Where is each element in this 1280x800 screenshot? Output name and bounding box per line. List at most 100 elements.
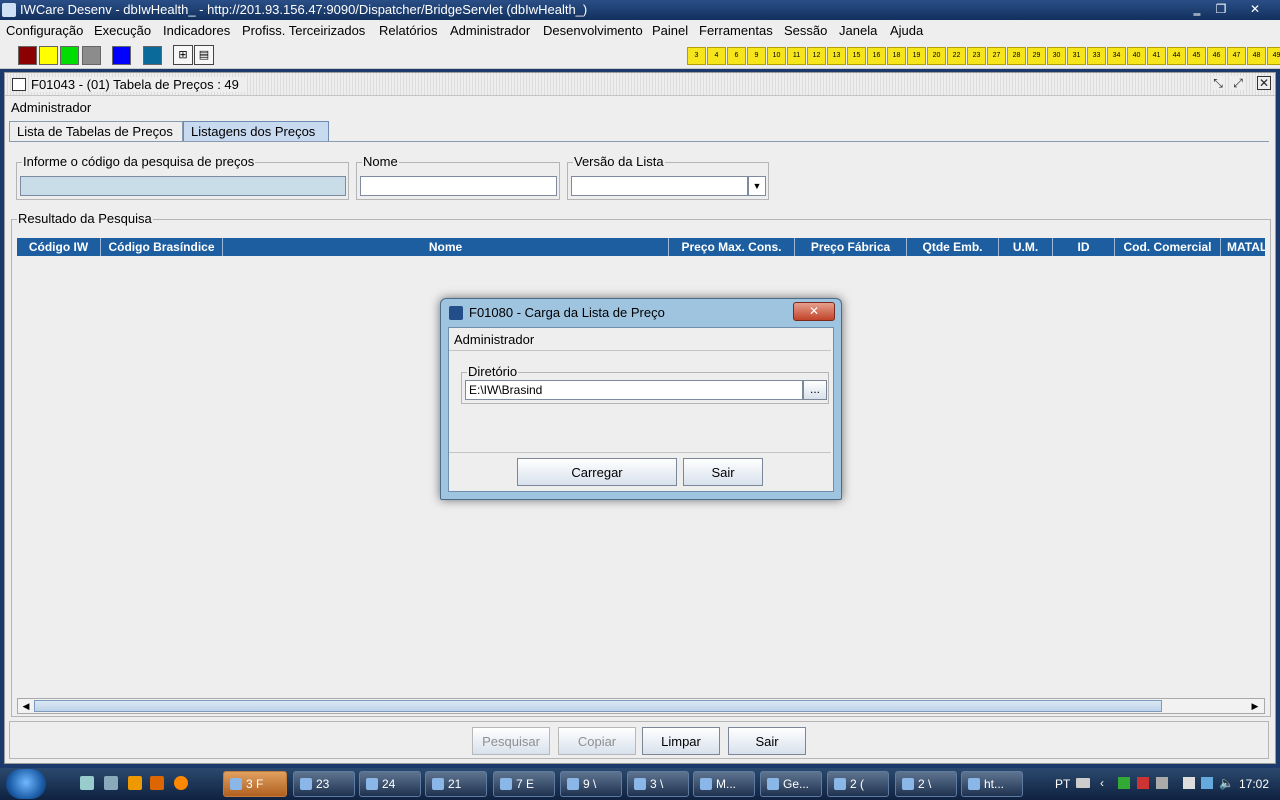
color-swatch[interactable] (60, 46, 79, 65)
start-button[interactable] (6, 769, 46, 799)
copy-button[interactable]: Copiar (558, 727, 636, 755)
taskbar-item[interactable]: 24 (359, 771, 421, 797)
menu-painel[interactable]: Painel (652, 23, 688, 38)
shortcut-number-button[interactable]: 49 (1267, 47, 1280, 65)
volume-icon[interactable]: 🔈 (1219, 776, 1234, 790)
menu-profiss-terceirizados[interactable]: Profiss. Terceirizados (242, 23, 365, 38)
firefox-icon[interactable] (174, 776, 188, 790)
shortcut-number-button[interactable]: 10 (767, 47, 786, 65)
shortcut-number-button[interactable]: 41 (1147, 47, 1166, 65)
menu-ferramentas[interactable]: Ferramentas (699, 23, 773, 38)
col-um[interactable]: U.M. (999, 238, 1053, 256)
horizontal-scrollbar[interactable]: ◀ ▶ (17, 698, 1265, 714)
col-id[interactable]: ID (1053, 238, 1115, 256)
col-codigo-iw[interactable]: Código IW (17, 238, 101, 256)
col-qtde-emb[interactable]: Qtde Emb. (907, 238, 999, 256)
shortcut-number-button[interactable]: 22 (947, 47, 966, 65)
shortcut-number-button[interactable]: 3 (687, 47, 706, 65)
menu-configuracao[interactable]: Configuração (6, 23, 83, 38)
version-select[interactable] (571, 176, 748, 196)
shortcut-number-button[interactable]: 15 (847, 47, 866, 65)
dialog-exit-button[interactable]: Sair (683, 458, 763, 486)
clock[interactable]: 17:02 (1239, 777, 1269, 791)
taskbar-item[interactable]: Ge... (760, 771, 822, 797)
menu-indicadores[interactable]: Indicadores (163, 23, 230, 38)
taskbar-item[interactable]: 9 \ (560, 771, 622, 797)
shortcut-number-button[interactable]: 4 (707, 47, 726, 65)
frame-maximize-icon[interactable]: ⤢ (1231, 76, 1245, 90)
language-indicator[interactable]: PT (1055, 777, 1070, 791)
tab-lista-tabelas[interactable]: Lista de Tabelas de Preços (9, 121, 183, 141)
java-icon[interactable] (150, 776, 164, 790)
menu-janela[interactable]: Janela (839, 23, 877, 38)
shortcut-number-button[interactable]: 46 (1207, 47, 1226, 65)
browse-button[interactable]: ... (803, 380, 827, 400)
minimize-button[interactable]: ‗ (1186, 1, 1208, 17)
taskbar-item[interactable]: 2 ( (827, 771, 889, 797)
frame-restore-icon[interactable]: ⤡ (1211, 76, 1225, 90)
network-icon[interactable] (1201, 777, 1213, 789)
shortcut-number-button[interactable]: 9 (747, 47, 766, 65)
color-swatch[interactable] (143, 46, 162, 65)
shortcut-number-button[interactable]: 29 (1027, 47, 1046, 65)
scroll-right-icon[interactable]: ▶ (1248, 700, 1262, 712)
tray-expand-icon[interactable]: ‹ (1100, 776, 1104, 790)
search-button[interactable]: Pesquisar (472, 727, 550, 755)
shortcut-number-button[interactable]: 33 (1087, 47, 1106, 65)
shortcut-number-button[interactable]: 20 (927, 47, 946, 65)
shortcut-number-button[interactable]: 34 (1107, 47, 1126, 65)
shortcut-number-button[interactable]: 16 (867, 47, 886, 65)
menu-relatorios[interactable]: Relatórios (379, 23, 438, 38)
keyboard-icon[interactable] (1076, 778, 1090, 788)
taskbar-item[interactable]: 2 \ (895, 771, 957, 797)
taskbar-item[interactable]: 21 (425, 771, 487, 797)
col-cod-comercial[interactable]: Cod. Comercial (1115, 238, 1221, 256)
name-input[interactable] (360, 176, 557, 196)
shortcut-number-button[interactable]: 28 (1007, 47, 1026, 65)
shortcut-number-button[interactable]: 19 (907, 47, 926, 65)
menu-ajuda[interactable]: Ajuda (890, 23, 923, 38)
directory-input[interactable] (465, 380, 803, 400)
shortcut-number-button[interactable]: 11 (787, 47, 806, 65)
color-swatch[interactable] (39, 46, 58, 65)
dialog-close-button[interactable]: ✕ (793, 302, 835, 321)
menu-administrador[interactable]: Administrador (450, 23, 530, 38)
exit-button[interactable]: Sair (728, 727, 806, 755)
windows-icon[interactable]: ▤ (194, 45, 214, 65)
taskbar-item[interactable]: M... (693, 771, 755, 797)
col-codigo-brasindice[interactable]: Código Brasíndice (101, 238, 223, 256)
shortcut-number-button[interactable]: 31 (1067, 47, 1086, 65)
menu-desenvolvimento[interactable]: Desenvolvimento (543, 23, 643, 38)
scroll-left-icon[interactable]: ◀ (19, 700, 33, 712)
maximize-button[interactable]: ❐ (1210, 1, 1232, 17)
shortcut-number-button[interactable]: 6 (727, 47, 746, 65)
taskbar-item[interactable]: 7 E (493, 771, 555, 797)
shortcut-number-button[interactable]: 47 (1227, 47, 1246, 65)
media-icon[interactable] (128, 776, 142, 790)
shortcut-number-button[interactable]: 44 (1167, 47, 1186, 65)
color-swatch[interactable] (112, 46, 131, 65)
tray-device-icon[interactable] (1183, 777, 1195, 789)
taskbar-item[interactable]: 23 (293, 771, 355, 797)
shortcut-number-button[interactable]: 18 (887, 47, 906, 65)
menu-sessao[interactable]: Sessão (784, 23, 827, 38)
code-input[interactable] (20, 176, 346, 196)
menu-execucao[interactable]: Execução (94, 23, 151, 38)
shortcut-number-button[interactable]: 27 (987, 47, 1006, 65)
taskbar-item[interactable]: ht... (961, 771, 1023, 797)
chevron-down-icon[interactable]: ▼ (748, 176, 766, 196)
shortcut-number-button[interactable]: 13 (827, 47, 846, 65)
taskbar-item[interactable]: 3 \ (627, 771, 689, 797)
frame-close-icon[interactable]: ✕ (1257, 76, 1271, 90)
explorer-icon[interactable] (104, 776, 118, 790)
col-preco-fabrica[interactable]: Preço Fábrica (795, 238, 907, 256)
shortcut-number-button[interactable]: 48 (1247, 47, 1266, 65)
tray-tools-icon[interactable] (1156, 777, 1168, 789)
shortcut-number-button[interactable]: 40 (1127, 47, 1146, 65)
tray-security-icon[interactable] (1137, 777, 1149, 789)
scroll-thumb[interactable] (34, 700, 1162, 712)
col-preco-max-cons[interactable]: Preço Max. Cons. (669, 238, 795, 256)
col-nome[interactable]: Nome (223, 238, 669, 256)
close-button[interactable]: ✕ (1244, 1, 1266, 17)
shortcut-number-button[interactable]: 23 (967, 47, 986, 65)
